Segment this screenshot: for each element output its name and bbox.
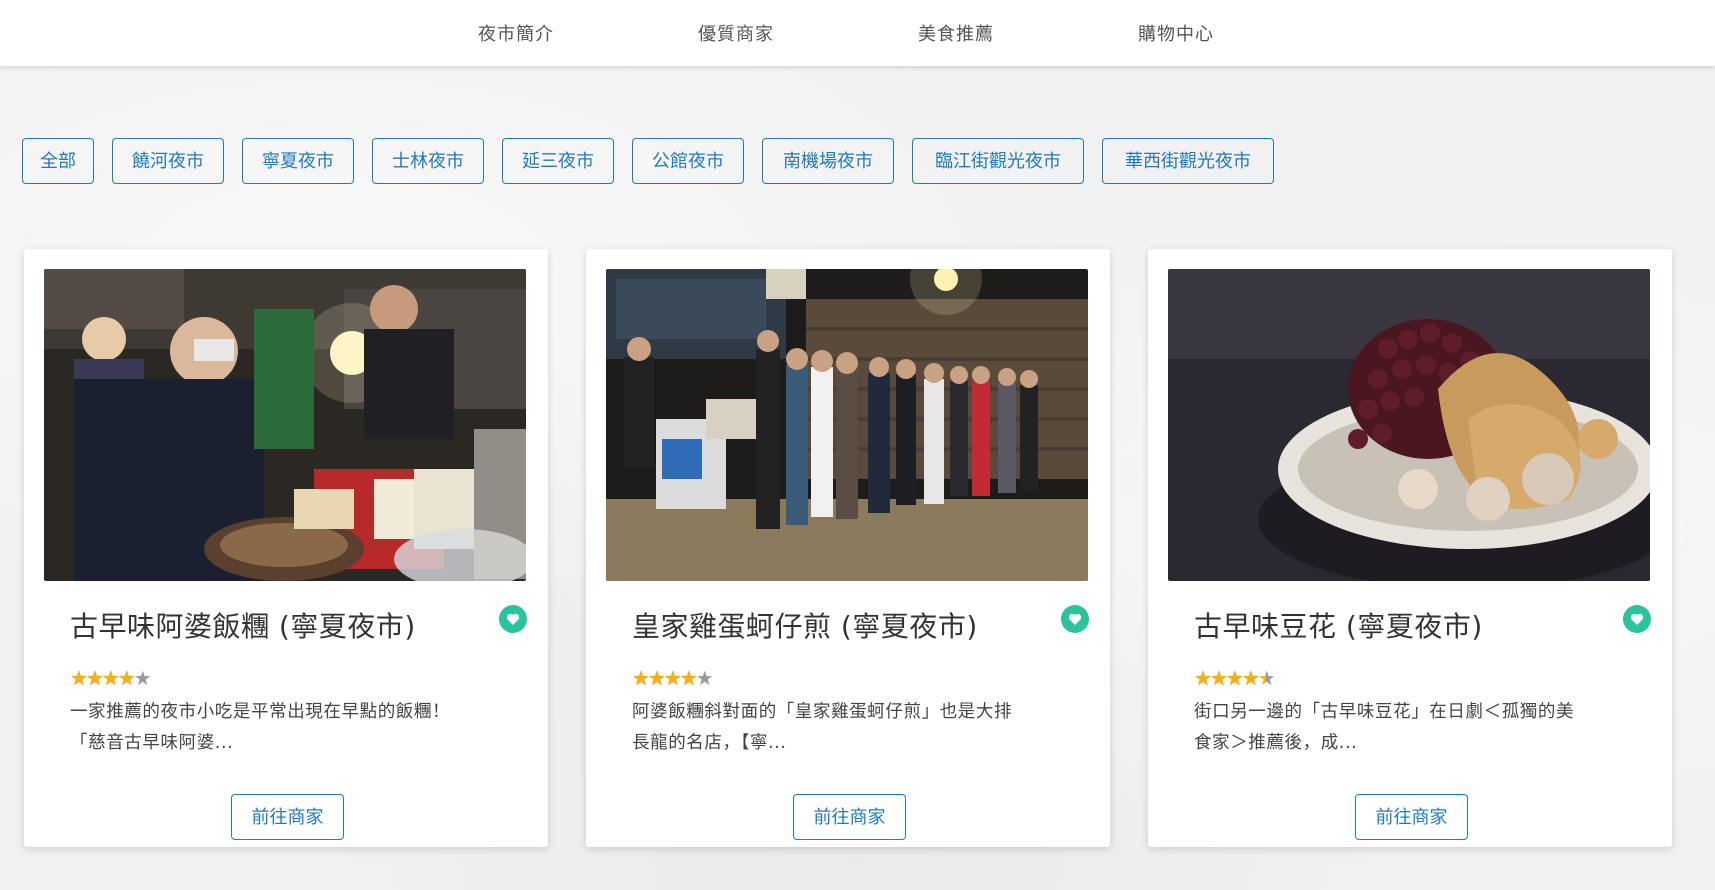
star-filled-icon: ★ [1225,666,1244,690]
favorite-heart-icon[interactable] [1623,605,1651,633]
star-filled-icon: ★ [117,666,136,690]
merchant-card: 古早味豆花 (寧夏夜市) ★★★★★ 街口另一邊的「古早味豆花」在日劇＜孤獨的美… [1148,249,1672,847]
star-filled-icon: ★ [647,666,666,690]
filter-linjiang[interactable]: 臨江街觀光夜市 [912,138,1084,184]
filter-ningxia[interactable]: 寧夏夜市 [242,138,354,184]
star-filled-icon: ★ [85,666,104,690]
nav-item-food[interactable]: 美食推薦 [918,20,994,46]
description-line: 「慈音古早味阿婆... [70,733,234,753]
favorite-heart-icon[interactable] [499,605,527,633]
rating-stars: ★★★★★ [70,666,152,690]
visit-merchant-button[interactable]: 前往商家 [1355,794,1468,840]
description-line: 街口另一邊的「古早味豆花」在日劇＜孤獨的美 [1194,702,1575,722]
rating-stars: ★★★★★ [1194,666,1276,690]
star-empty-icon: ★ [695,666,714,690]
merchant-card: 古早味阿婆飯糰 (寧夏夜市) ★★★★★ 一家推薦的夜市小吃是平常出現在早點的飯… [24,249,548,847]
filter-huaxi[interactable]: 華西街觀光夜市 [1102,138,1274,184]
star-half-icon: ★ [1257,666,1276,690]
description-line: 阿婆飯糰斜對面的「皇家雞蛋蚵仔煎」也是大排 [632,702,1013,722]
star-filled-icon: ★ [679,666,698,690]
merchant-description: 阿婆飯糰斜對面的「皇家雞蛋蚵仔煎」也是大排 長龍的名店，【寧... [632,697,1072,759]
nav-item-merchants[interactable]: 優質商家 [698,20,774,46]
star-filled-icon: ★ [101,666,120,690]
star-filled-icon: ★ [1194,666,1212,690]
visit-merchant-button[interactable]: 前往商家 [231,794,344,840]
filter-raohe[interactable]: 饒河夜市 [112,138,224,184]
merchant-card: 皇家雞蛋蚵仔煎 (寧夏夜市) ★★★★★ 阿婆飯糰斜對面的「皇家雞蛋蚵仔煎」也是… [586,249,1110,847]
nav-item-shopping[interactable]: 購物中心 [1138,20,1214,46]
filter-nanjichang[interactable]: 南機場夜市 [762,138,894,184]
merchant-title: 古早味豆花 (寧夏夜市) [1194,610,1483,643]
merchant-description: 街口另一邊的「古早味豆花」在日劇＜孤獨的美 食家＞推薦後，成... [1194,697,1634,759]
filter-gongguan[interactable]: 公館夜市 [632,138,744,184]
star-filled-icon: ★ [70,666,88,690]
star-filled-icon: ★ [1209,666,1228,690]
star-filled-icon: ★ [663,666,682,690]
star-empty-icon: ★ [133,666,152,690]
star-filled-icon: ★ [632,666,650,690]
star-filled-icon: ★ [1241,666,1260,690]
merchant-description: 一家推薦的夜市小吃是平常出現在早點的飯糰！ 「慈音古早味阿婆... [70,697,510,759]
nav-item-intro[interactable]: 夜市簡介 [478,20,554,46]
description-line: 長龍的名店，【寧... [632,733,787,753]
visit-merchant-button[interactable]: 前往商家 [793,794,906,840]
filter-all[interactable]: 全部 [22,138,94,184]
filter-shilin[interactable]: 士林夜市 [372,138,484,184]
douhua-dessert-photo [1168,269,1650,581]
rating-stars: ★★★★★ [632,666,714,690]
night-market-stall-photo [44,269,526,581]
top-navigation: 夜市簡介 優質商家 美食推薦 購物中心 [0,0,1715,66]
description-line: 食家＞推薦後，成... [1194,733,1358,753]
favorite-heart-icon[interactable] [1061,605,1089,633]
merchant-title: 皇家雞蛋蚵仔煎 (寧夏夜市) [632,610,978,643]
filter-yansan[interactable]: 延三夜市 [502,138,614,184]
merchant-title: 古早味阿婆飯糰 (寧夏夜市) [70,610,416,643]
description-line: 一家推薦的夜市小吃是平常出現在早點的飯糰！ [70,702,451,722]
queue-line-photo [606,269,1088,581]
